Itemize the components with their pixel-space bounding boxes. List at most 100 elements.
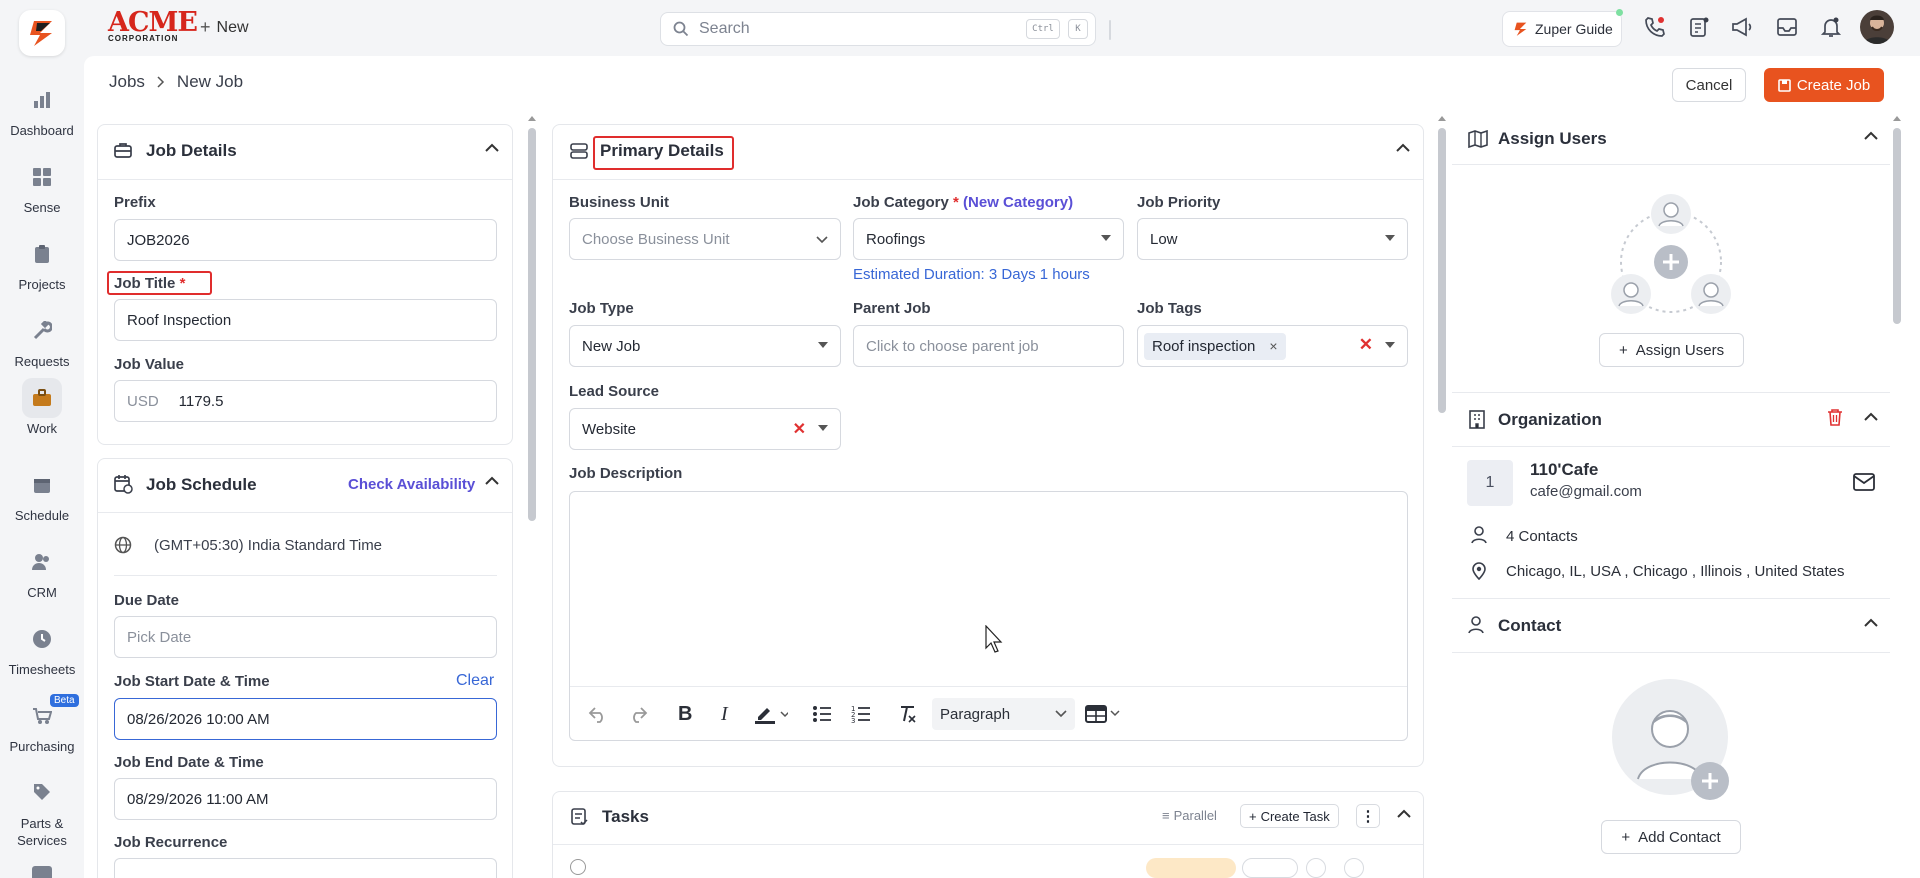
create-job-button[interactable]: Create Job [1764, 68, 1884, 102]
table-icon[interactable] [1085, 705, 1125, 723]
middle-scrollbar[interactable] [1438, 128, 1446, 413]
parent-job-input[interactable]: Click to choose parent job [853, 325, 1124, 367]
bold-icon[interactable]: B [678, 703, 692, 726]
job-type-label: Job Type [569, 300, 634, 317]
nav-work[interactable]: Work [0, 378, 84, 436]
inbox-icon[interactable] [1776, 16, 1798, 38]
business-unit-select[interactable]: Choose Business Unit [569, 218, 841, 260]
divider [98, 179, 512, 180]
task-badge [1146, 858, 1236, 878]
app-logo[interactable] [19, 10, 65, 56]
collapse-chevron-icon[interactable] [485, 143, 499, 153]
task-action[interactable] [1344, 858, 1364, 878]
new-category-link[interactable]: (New Category) [963, 194, 1073, 211]
collapse-chevron-icon[interactable] [1864, 412, 1878, 422]
breadcrumb-jobs[interactable]: Jobs [109, 72, 145, 92]
italic-icon[interactable]: I [721, 703, 728, 726]
tasks-icon [570, 806, 588, 826]
divider [98, 512, 512, 513]
mail-icon[interactable] [1853, 473, 1875, 491]
brand-logo[interactable]: ACME CORPORATION [108, 9, 198, 43]
calendar-icon [22, 465, 62, 505]
job-type-select[interactable]: New Job [569, 325, 841, 367]
numbered-list-icon[interactable]: 123 [851, 704, 871, 724]
job-recurrence-input[interactable] [114, 858, 497, 878]
trash-icon[interactable] [1827, 408, 1843, 426]
org-name[interactable]: 110'Cafe [1530, 460, 1598, 480]
bullet-list-icon[interactable] [812, 705, 832, 723]
nav-label: Timesheets [8, 662, 76, 677]
job-category-select[interactable]: Roofings [853, 218, 1124, 260]
job-value-label: Job Value [114, 356, 185, 373]
notes-icon[interactable] [1688, 16, 1710, 38]
assign-users-illustration [1607, 188, 1737, 318]
zuper-guide-button[interactable]: Zuper Guide [1502, 11, 1622, 47]
scroll-up-arrow[interactable] [1438, 115, 1446, 121]
start-date-input[interactable]: 08/26/2026 10:00 AM [114, 698, 497, 740]
phone-icon[interactable] [1644, 16, 1666, 38]
contacts-count[interactable]: 4 Contacts [1506, 528, 1578, 545]
cancel-button[interactable]: Cancel [1672, 68, 1746, 102]
add-contact-button[interactable]: + Add Contact [1601, 820, 1741, 854]
collapse-chevron-icon[interactable] [485, 476, 499, 486]
nav-sense[interactable]: Sense [0, 157, 84, 215]
clear-x-icon[interactable]: ✕ [793, 419, 806, 439]
status-dot [1616, 9, 1623, 16]
nav-timesheets[interactable]: Timesheets [0, 619, 84, 677]
tasks-title: Tasks [602, 807, 649, 826]
right-scrollbar[interactable] [1893, 128, 1901, 324]
job-priority-value: Low [1150, 230, 1178, 248]
more-vertical-icon[interactable]: ⋮ [1356, 804, 1380, 828]
prefix-input[interactable]: JOB2026 [114, 219, 497, 261]
collapse-chevron-icon[interactable] [1397, 809, 1411, 819]
job-value-input[interactable]: USD 1179.5 [114, 380, 497, 422]
nav-purchasing[interactable]: Beta Purchasing [0, 694, 84, 754]
nav-schedule[interactable]: Schedule [0, 465, 84, 523]
timezone-text[interactable]: (GMT+05:30) India Standard Time [154, 537, 382, 554]
job-tags-select[interactable]: Roof inspection × ✕ [1137, 325, 1408, 367]
megaphone-icon[interactable] [1731, 16, 1753, 38]
clear-x-icon[interactable]: ✕ [1359, 335, 1373, 355]
lead-source-select[interactable]: Website ✕ [569, 408, 841, 450]
nav-dashboard[interactable]: Dashboard [0, 80, 84, 138]
org-index-badge: 1 [1467, 460, 1513, 506]
assign-users-label: Assign Users [1635, 341, 1725, 359]
tag-label: Roof inspection [1152, 337, 1256, 355]
collapse-chevron-icon[interactable] [1396, 143, 1410, 153]
start-date-label: Job Start Date & Time [114, 673, 270, 690]
user-avatar[interactable] [1860, 10, 1894, 44]
nav-parts-services[interactable]: Parts & Services [0, 772, 84, 849]
nav-requests[interactable]: Requests [0, 311, 84, 369]
job-tags-label: Job Tags [1137, 300, 1202, 317]
job-priority-select[interactable]: Low [1137, 218, 1408, 260]
end-date-input[interactable]: 08/29/2026 11:00 AM [114, 778, 497, 820]
task-status-icon[interactable] [570, 859, 586, 875]
person-icon [1471, 526, 1487, 544]
collapse-chevron-icon[interactable] [1864, 131, 1878, 141]
clear-link[interactable]: Clear [456, 672, 494, 690]
clock-icon [22, 619, 62, 659]
bell-icon[interactable] [1820, 16, 1842, 38]
paragraph-select[interactable]: Paragraph [932, 698, 1075, 730]
create-task-button[interactable]: + Create Task [1240, 804, 1339, 828]
scroll-up-arrow[interactable] [1893, 115, 1901, 121]
scroll-up-arrow[interactable] [528, 115, 536, 125]
job-title-input[interactable]: Roof Inspection [114, 299, 497, 341]
calendar-clock-icon [113, 474, 133, 494]
check-availability-link[interactable]: Check Availability [348, 476, 475, 493]
highlight-icon[interactable] [754, 704, 788, 724]
collapse-chevron-icon[interactable] [1864, 618, 1878, 628]
new-label: New [216, 18, 249, 36]
redo-icon[interactable] [628, 705, 648, 723]
new-button[interactable]: + New [200, 17, 249, 38]
nav-crm[interactable]: CRM [0, 542, 84, 600]
parallel-toggle[interactable]: ≡ Parallel [1162, 808, 1217, 823]
assign-users-button[interactable]: + Assign Users [1599, 333, 1744, 367]
dropdown-caret-icon [1385, 235, 1395, 241]
left-scrollbar[interactable] [528, 128, 536, 521]
due-date-input[interactable]: Pick Date [114, 616, 497, 658]
clear-format-icon[interactable] [898, 704, 918, 724]
remove-tag-icon[interactable]: × [1269, 338, 1277, 354]
nav-projects[interactable]: Projects [0, 234, 84, 292]
undo-icon[interactable] [588, 705, 608, 723]
